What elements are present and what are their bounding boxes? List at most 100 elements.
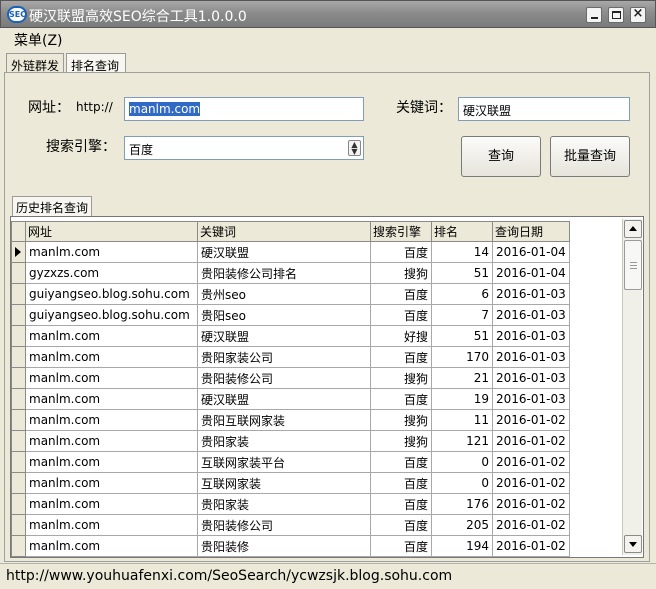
tab-link-submit[interactable]: 外链群发 (6, 53, 64, 73)
cell-keyword: 贵阳家装 (197, 430, 371, 452)
cell-keyword: 贵阳互联网家装 (197, 409, 371, 431)
close-button[interactable]: × (630, 6, 646, 23)
cell-rank: 170 (431, 346, 493, 368)
row-indicator[interactable] (11, 493, 26, 515)
minimize-button[interactable] (586, 7, 602, 23)
cell-engine: 百度 (370, 241, 432, 263)
cell-keyword: 贵阳家装公司 (197, 346, 371, 368)
history-grid[interactable]: 网址 关键词 搜索引擎 排名 查询日期 manlm.com 硬汉联盟 百度 14 201… (10, 216, 644, 558)
status-bar: http://www.youhuafenxi.com/SeoSearch/ycw… (0, 563, 656, 589)
table-row[interactable]: manlm.com 贵阳家装 搜狗 121 2016-01-02 (11, 430, 570, 452)
batch-query-button[interactable]: 批量查询 (550, 136, 630, 177)
tab-history[interactable]: 历史排名查询 (12, 196, 92, 216)
scroll-thumb[interactable] (624, 240, 642, 290)
engine-select[interactable]: 百度 ▲ ▼ (124, 136, 364, 160)
cell-url: manlm.com (25, 535, 198, 557)
close-icon: × (632, 6, 644, 21)
table-row[interactable]: manlm.com 硬汉联盟 百度 14 2016-01-04 (11, 241, 570, 263)
cell-rank: 121 (431, 430, 493, 452)
cell-engine: 搜狗 (370, 409, 432, 431)
cell-date: 2016-01-04 (492, 262, 570, 284)
cell-keyword: 贵阳装修 (197, 535, 371, 557)
row-indicator[interactable] (11, 241, 26, 263)
row-indicator[interactable] (11, 514, 26, 536)
column-header-date[interactable]: 查询日期 (492, 221, 570, 242)
query-button[interactable]: 查询 (461, 136, 541, 177)
cell-rank: 51 (431, 325, 493, 347)
cell-keyword: 贵阳seo (197, 304, 371, 326)
vertical-scrollbar[interactable] (622, 219, 642, 555)
table-row[interactable]: manlm.com 贵阳装修公司 搜狗 21 2016-01-03 (11, 367, 570, 389)
spinner-arrows-icon[interactable]: ▲ ▼ (348, 140, 361, 156)
table-row[interactable]: guiyangseo.blog.sohu.com 贵州seo 百度 6 2016-01-… (11, 283, 570, 305)
cell-date: 2016-01-02 (492, 472, 570, 494)
cell-rank: 6 (431, 283, 493, 305)
column-header-engine[interactable]: 搜索引擎 (370, 221, 432, 242)
table-row[interactable]: manlm.com 硬汉联盟 好搜 51 2016-01-03 (11, 325, 570, 347)
maximize-button[interactable] (608, 7, 624, 23)
scroll-up-icon[interactable] (624, 220, 642, 238)
cell-engine: 百度 (370, 451, 432, 473)
keyword-value: 硬汉联盟 (463, 104, 512, 118)
url-prefix: http:// (76, 100, 113, 114)
cell-rank: 194 (431, 535, 493, 557)
cell-url: manlm.com (25, 388, 198, 410)
cell-engine: 百度 (370, 283, 432, 305)
cell-rank: 11 (431, 409, 493, 431)
history-table: 网址 关键词 搜索引擎 排名 查询日期 manlm.com 硬汉联盟 百度 14 201… (11, 221, 570, 557)
row-indicator[interactable] (11, 451, 26, 473)
cell-keyword: 贵阳家装 (197, 493, 371, 515)
cell-rank: 205 (431, 514, 493, 536)
tab-rank-query[interactable]: 排名查询 (66, 53, 126, 73)
url-value: manlm.com (129, 102, 201, 116)
cell-url: manlm.com (25, 430, 198, 452)
url-input[interactable]: manlm.com (124, 97, 364, 121)
row-indicator[interactable] (11, 325, 26, 347)
column-header-keyword[interactable]: 关键词 (197, 221, 371, 242)
table-row[interactable]: manlm.com 贵阳装修公司 百度 205 2016-01-02 (11, 514, 570, 536)
row-indicator[interactable] (11, 388, 26, 410)
cell-url: manlm.com (25, 346, 198, 368)
row-indicator[interactable] (11, 535, 26, 557)
row-indicator[interactable] (11, 346, 26, 368)
cell-date: 2016-01-02 (492, 409, 570, 431)
table-row[interactable]: guiyangseo.blog.sohu.com 贵阳seo 百度 7 2016-01-… (11, 304, 570, 326)
cell-engine: 搜狗 (370, 367, 432, 389)
cell-url: guiyangseo.blog.sohu.com (25, 304, 198, 326)
table-row[interactable]: manlm.com 贵阳家装公司 百度 170 2016-01-03 (11, 346, 570, 368)
keyword-input[interactable]: 硬汉联盟 (458, 97, 630, 121)
cell-engine: 搜狗 (370, 430, 432, 452)
cell-date: 2016-01-03 (492, 367, 570, 389)
row-indicator[interactable] (11, 367, 26, 389)
table-row[interactable]: manlm.com 互联网家装平台 百度 0 2016-01-02 (11, 451, 570, 473)
row-indicator[interactable] (11, 430, 26, 452)
cell-rank: 0 (431, 451, 493, 473)
current-row-pointer-icon (15, 247, 21, 257)
cell-engine: 百度 (370, 346, 432, 368)
cell-url: guiyangseo.blog.sohu.com (25, 283, 198, 305)
table-row[interactable]: manlm.com 贵阳互联网家装 搜狗 11 2016-01-02 (11, 409, 570, 431)
table-row[interactable]: manlm.com 贵阳装修 百度 194 2016-01-02 (11, 535, 570, 557)
cell-date: 2016-01-02 (492, 493, 570, 515)
menu-main[interactable]: 菜单(Z) (14, 30, 63, 50)
row-indicator[interactable] (11, 262, 26, 284)
row-indicator[interactable] (11, 283, 26, 305)
header-corner (11, 221, 26, 242)
row-indicator[interactable] (11, 409, 26, 431)
app-logo-icon: SEO (7, 6, 27, 23)
cell-url: manlm.com (25, 241, 198, 263)
minimize-icon (591, 17, 598, 19)
column-header-rank[interactable]: 排名 (431, 221, 493, 242)
status-url: http://www.youhuafenxi.com/SeoSearch/ycw… (6, 568, 453, 584)
table-row[interactable]: manlm.com 互联网家装 百度 0 2016-01-02 (11, 472, 570, 494)
column-header-url[interactable]: 网址 (25, 221, 198, 242)
cell-date: 2016-01-04 (492, 241, 570, 263)
cell-keyword: 硬汉联盟 (197, 325, 371, 347)
scroll-down-icon[interactable] (624, 535, 642, 553)
cell-date: 2016-01-03 (492, 304, 570, 326)
row-indicator[interactable] (11, 472, 26, 494)
table-row[interactable]: gyzxzs.com 贵阳装修公司排名 搜狗 51 2016-01-04 (11, 262, 570, 284)
row-indicator[interactable] (11, 304, 26, 326)
table-row[interactable]: manlm.com 硬汉联盟 百度 19 2016-01-03 (11, 388, 570, 410)
table-row[interactable]: manlm.com 贵阳家装 百度 176 2016-01-02 (11, 493, 570, 515)
